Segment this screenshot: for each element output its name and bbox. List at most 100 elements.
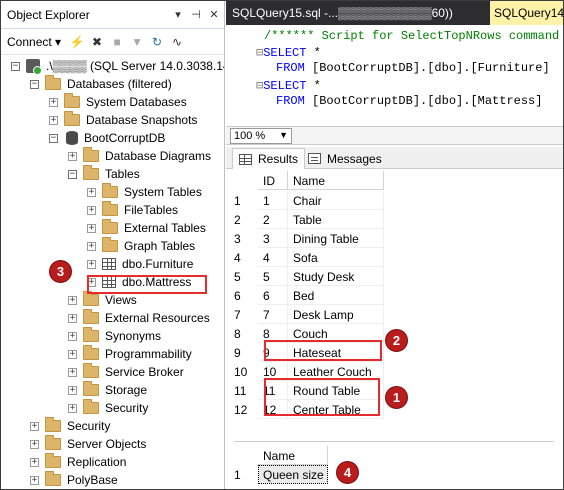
tab-results[interactable]: Results — [232, 148, 306, 169]
column-header[interactable]: Name — [258, 446, 328, 465]
sql-text: [BootCorruptDB].[dbo].[Mattress] — [304, 94, 543, 108]
row-number[interactable]: 10 — [232, 362, 256, 381]
tree-item[interactable]: + Security — [68, 399, 148, 417]
zoom-value: 100 % — [234, 130, 266, 142]
tree-item[interactable]: − .\▒▒▒▒ (SQL Server 14.0.3038.14 - — [11, 57, 224, 75]
expand-icon[interactable]: + — [30, 439, 39, 449]
row-number[interactable]: 4 — [232, 248, 256, 267]
column-header[interactable]: Name — [288, 171, 384, 190]
tree-item[interactable]: − BootCorruptDB — [49, 129, 165, 147]
table-cell[interactable]: 5 — [258, 267, 288, 286]
disconnect-plug-icon[interactable]: ✖ — [87, 32, 107, 52]
expand-icon[interactable]: + — [68, 331, 77, 341]
tree-item[interactable]: + Service Broker — [68, 363, 184, 381]
query-editor[interactable]: /****** Script for SelectTopNRows comman… — [226, 25, 563, 127]
row-number[interactable]: 1 — [232, 191, 256, 210]
tree-item[interactable]: + System Tables — [87, 183, 202, 201]
row-number[interactable]: 6 — [232, 286, 256, 305]
grid-icon — [239, 153, 252, 165]
table-cell[interactable]: 7 — [258, 305, 288, 324]
table-cell[interactable]: Table — [288, 210, 384, 229]
collapse-icon[interactable]: − — [11, 61, 20, 71]
table-cell[interactable]: Bed — [288, 286, 384, 305]
tree-item[interactable]: + Security — [30, 417, 110, 435]
row-number[interactable]: 7 — [232, 305, 256, 324]
connect-plug-icon[interactable]: ⚡ — [67, 32, 87, 52]
row-number[interactable]: 2 — [232, 210, 256, 229]
code-line: ⊟SELECT * — [256, 45, 321, 60]
tree-item[interactable]: + System Databases — [49, 93, 187, 111]
tab-sqlquery14[interactable]: SQLQuery14 — [490, 1, 563, 25]
filter-icon[interactable]: ▼ — [127, 32, 147, 52]
tree-item[interactable]: + External Tables — [87, 219, 206, 237]
row-number[interactable]: 1 — [232, 465, 256, 484]
expand-icon[interactable]: + — [30, 421, 39, 431]
collapse-icon[interactable]: − — [30, 79, 39, 89]
expand-icon[interactable]: + — [87, 187, 96, 197]
close-icon[interactable]: ✕ — [206, 8, 222, 21]
expand-icon[interactable]: + — [68, 151, 77, 161]
document-tab-strip: SQLQuery15.sql -...▒▒▒▒▒▒▒▒▒▒▒60)) SQLQu… — [226, 1, 563, 25]
tree-item[interactable]: + Programmability — [68, 345, 192, 363]
stop-icon[interactable]: ■ — [107, 32, 127, 52]
table-cell[interactable]: 6 — [258, 286, 288, 305]
table-cell[interactable]: 2 — [258, 210, 288, 229]
tree-item[interactable]: − Databases (filtered) — [30, 75, 172, 93]
tree-item[interactable]: + dbo.Furniture — [87, 255, 193, 273]
tree-item[interactable]: + Replication — [30, 453, 126, 471]
tab-sqlquery15[interactable]: SQLQuery15.sql -...▒▒▒▒▒▒▒▒▒▒▒60)) — [226, 1, 490, 25]
folder-icon — [83, 381, 99, 396]
zoom-select[interactable]: 100 % ▼ — [230, 128, 292, 144]
dropdown-arrow-icon[interactable]: ▾ — [170, 8, 186, 21]
expand-icon[interactable]: + — [30, 475, 39, 485]
expand-icon[interactable]: + — [68, 403, 77, 413]
table-icon — [102, 258, 116, 270]
expand-icon[interactable]: + — [49, 97, 58, 107]
tree-item[interactable]: + Graph Tables — [87, 237, 195, 255]
expand-icon[interactable]: + — [87, 259, 96, 269]
tree-item[interactable]: + Server Objects — [30, 435, 146, 453]
activity-monitor-icon[interactable]: ∿ — [167, 32, 187, 52]
connect-button[interactable]: Connect ▾ — [7, 35, 61, 49]
table-cell[interactable]: 3 — [258, 229, 288, 248]
collapse-icon[interactable]: − — [49, 133, 58, 143]
expand-icon[interactable]: + — [87, 205, 96, 215]
tree-item[interactable]: + PolyBase — [30, 471, 118, 489]
refresh-icon[interactable]: ↻ — [147, 32, 167, 52]
table-cell[interactable]: 4 — [258, 248, 288, 267]
tree-item[interactable]: + Database Snapshots — [49, 111, 197, 129]
table-cell[interactable]: Chair — [288, 191, 384, 210]
tree-item[interactable]: + Synonyms — [68, 327, 161, 345]
tree-item[interactable]: + Database Diagrams — [68, 147, 211, 165]
expand-icon[interactable]: + — [68, 385, 77, 395]
expand-icon[interactable]: + — [68, 349, 77, 359]
expand-icon[interactable]: + — [68, 313, 77, 323]
tree-item[interactable]: + FileTables — [87, 201, 178, 219]
table-cell[interactable]: Dining Table — [288, 229, 384, 248]
column-header[interactable]: ID — [258, 171, 288, 190]
row-number[interactable]: 11 — [232, 381, 256, 400]
table-cell[interactable]: Desk Lamp — [288, 305, 384, 324]
expand-icon[interactable]: + — [49, 115, 58, 125]
collapse-icon[interactable]: − — [68, 169, 77, 179]
expand-icon[interactable]: + — [68, 367, 77, 377]
table-cell[interactable]: Queen size — [258, 465, 328, 484]
expand-icon[interactable]: + — [68, 295, 77, 305]
tab-messages[interactable]: Messages — [302, 148, 388, 169]
table-cell[interactable]: 1 — [258, 191, 288, 210]
tree-item[interactable]: + External Resources — [68, 309, 210, 327]
pin-icon[interactable]: ⊣ — [188, 8, 204, 21]
table-cell[interactable]: Sofa — [288, 248, 384, 267]
row-number[interactable]: 5 — [232, 267, 256, 286]
tree-item-label: Views — [105, 293, 137, 307]
row-number[interactable]: 9 — [232, 343, 256, 362]
expand-icon[interactable]: + — [30, 457, 39, 467]
row-number[interactable]: 12 — [232, 400, 256, 419]
tree-item[interactable]: + Storage — [68, 381, 147, 399]
expand-icon[interactable]: + — [87, 241, 96, 251]
row-number[interactable]: 8 — [232, 324, 256, 343]
row-number[interactable]: 3 — [232, 229, 256, 248]
expand-icon[interactable]: + — [87, 223, 96, 233]
tree-item[interactable]: − Tables — [68, 165, 140, 183]
table-cell[interactable]: Study Desk — [288, 267, 384, 286]
